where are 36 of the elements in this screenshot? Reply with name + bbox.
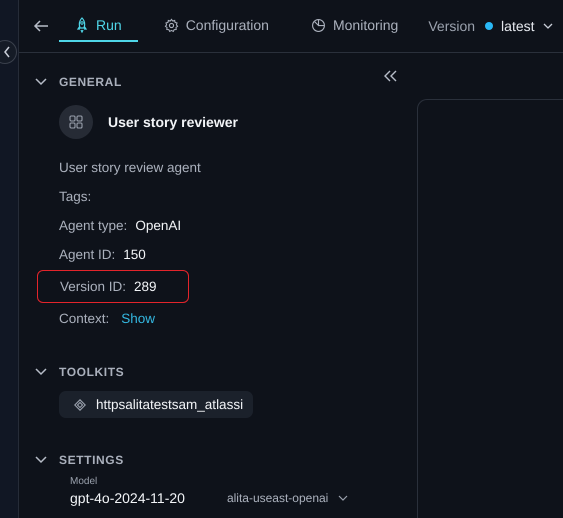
field-label: Agent type:	[59, 218, 128, 233]
tab[interactable]: Monitoring	[294, 10, 414, 42]
field-label: Agent ID:	[59, 247, 116, 262]
back-arrow-icon[interactable]	[33, 20, 49, 32]
field-value: OpenAI	[135, 218, 182, 233]
field-value: 289	[134, 279, 157, 294]
section-title: GENERAL	[59, 75, 122, 89]
chevron-down-icon[interactable]	[35, 78, 47, 86]
provider-select[interactable]: alita-useast-openai	[226, 491, 348, 505]
rocket-icon	[75, 17, 89, 33]
field-label: Model	[70, 476, 98, 487]
field-label: Tags:	[59, 189, 92, 204]
chevron-down-icon[interactable]	[35, 368, 47, 376]
version-label: Version	[428, 18, 476, 34]
model-select[interactable]: gpt-4o-2024-11-20	[70, 490, 185, 506]
section-title: SETTINGS	[59, 453, 124, 467]
tab[interactable]: Run	[59, 10, 138, 42]
gauge-icon	[310, 18, 326, 32]
chevron-down-icon	[338, 495, 348, 501]
agent-description: User story review agent	[59, 159, 202, 177]
chevron-down-icon[interactable]	[35, 456, 47, 464]
double-chevron-left-icon[interactable]	[383, 70, 397, 82]
chevron-down-icon	[542, 23, 553, 29]
field-value: 150	[123, 247, 146, 262]
section-title: TOOLKITS	[59, 365, 124, 379]
tab[interactable]: Configuration	[148, 10, 285, 42]
diamond-icon	[74, 398, 86, 410]
chevron-left-icon	[3, 46, 11, 58]
show-link[interactable]: Show	[121, 311, 156, 326]
field-label: Context:	[59, 311, 110, 326]
agent-name: User story reviewer	[108, 114, 238, 130]
field-label: Version ID:	[60, 279, 126, 294]
agent-avatar	[59, 105, 93, 139]
settings-icon	[164, 18, 179, 32]
version-select[interactable]: latest	[485, 18, 553, 34]
toolkit-chip[interactable]: httpsalitatestsam_atlassi	[59, 391, 254, 418]
